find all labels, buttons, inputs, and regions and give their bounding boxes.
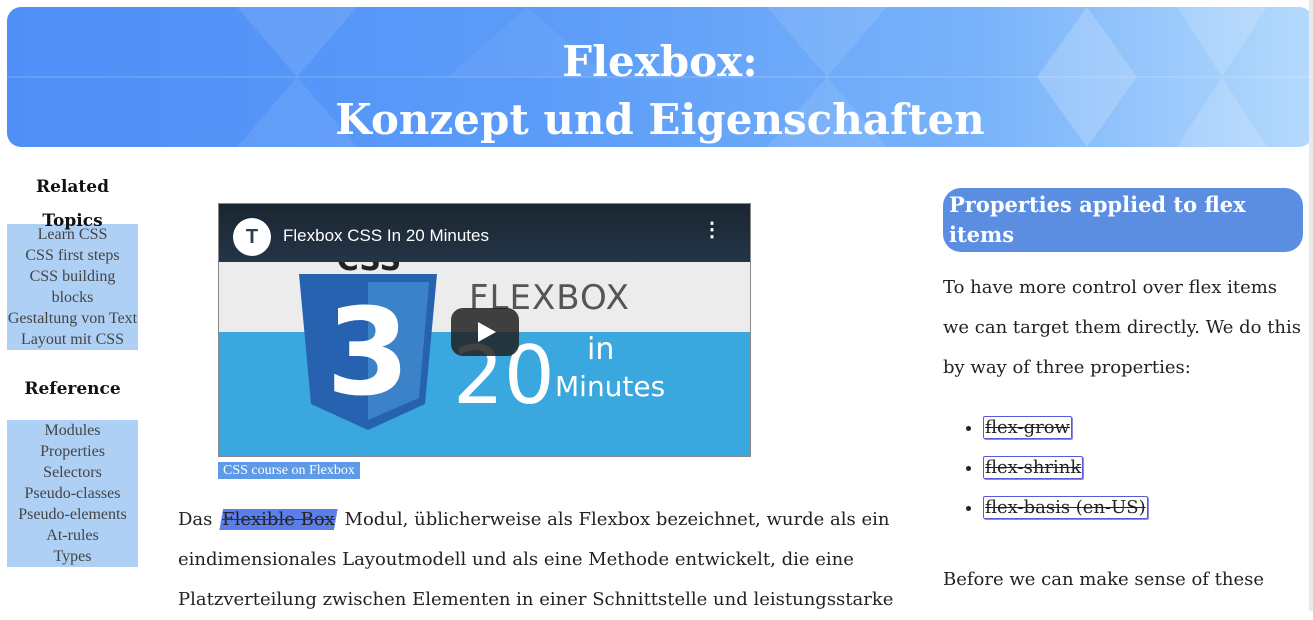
right-column: Properties applied to flex items To have… — [943, 188, 1303, 590]
page-title: Flexbox: Konzept und Eigenschaften — [7, 33, 1313, 147]
play-button[interactable] — [451, 308, 519, 356]
video-title-bar: T Flexbox CSS In 20 Minutes ⋮ — [219, 204, 750, 262]
intro-paragraph: Das Flexible Box Modul, üblicherweise al… — [178, 500, 898, 620]
video-title[interactable]: Flexbox CSS In 20 Minutes — [283, 226, 489, 246]
scrollbar-track[interactable] — [1309, 0, 1313, 611]
sidebar-link-pseudo-classes[interactable]: Pseudo-classes — [7, 483, 138, 504]
thumb-minutes: Minutes — [555, 370, 666, 403]
more-options-icon[interactable]: ⋮ — [702, 220, 722, 240]
flex-basis-link[interactable]: flex-basis (en-US) — [983, 496, 1148, 519]
list-item: flex-grow — [983, 408, 1303, 448]
sidebar-link-at-rules[interactable]: At-rules — [7, 525, 138, 546]
thumb-in: in — [587, 332, 615, 367]
flex-grow-link[interactable]: flex-grow — [983, 416, 1072, 439]
flex-items-paragraph-2: Before we can make sense of these — [943, 569, 1265, 590]
related-topics-list: Learn CSS CSS first steps CSS building b… — [7, 224, 138, 350]
reference-heading: Reference — [24, 379, 121, 399]
sidebar-link-selectors[interactable]: Selectors — [7, 462, 138, 483]
flex-items-heading: Properties applied to flex items — [943, 188, 1303, 252]
sidebar-link-css-first-steps[interactable]: CSS first steps — [7, 245, 138, 266]
sidebar-link-pseudo-elements[interactable]: Pseudo-elements — [7, 504, 138, 525]
left-sidebar: Related Topics Learn CSS CSS first steps… — [7, 170, 138, 567]
sidebar-link-layout-mit-css[interactable]: Layout mit CSS — [7, 329, 138, 350]
video-caption: CSS course on Flexbox — [218, 462, 360, 479]
video-player[interactable]: 3 CSS FLEXBOX 20 in Minutes T Flexbox CS… — [218, 203, 751, 457]
page-header: Flexbox: Konzept und Eigenschaften — [7, 7, 1313, 147]
reference-list: Modules Properties Selectors Pseudo-clas… — [7, 420, 138, 567]
sidebar-link-modules[interactable]: Modules — [7, 420, 138, 441]
intro-text-before: Das — [178, 509, 219, 530]
sidebar-link-css-building-blocks[interactable]: CSS building blocks — [7, 266, 138, 308]
page-title-line1: Flexbox: — [562, 37, 758, 86]
channel-icon[interactable]: T — [233, 218, 271, 256]
list-item: flex-basis (en-US) — [983, 488, 1303, 528]
flex-properties-list: flex-grow flex-shrink flex-basis (en-US) — [943, 408, 1303, 528]
sidebar-link-learn-css[interactable]: Learn CSS — [7, 224, 138, 245]
list-item: flex-shrink — [983, 448, 1303, 488]
sidebar-link-gestaltung-von-text[interactable]: Gestaltung von Text — [7, 308, 138, 329]
flex-items-paragraph: To have more control over flex items we … — [943, 277, 1302, 378]
svg-text:3: 3 — [326, 284, 410, 423]
sidebar-link-types[interactable]: Types — [7, 546, 138, 567]
page-title-line2: Konzept und Eigenschaften — [335, 95, 985, 144]
sidebar-link-properties[interactable]: Properties — [7, 441, 138, 462]
flexible-box-link[interactable]: Flexible Box — [218, 509, 339, 530]
flex-shrink-link[interactable]: flex-shrink — [983, 456, 1084, 479]
related-topics-heading: Related Topics — [36, 177, 109, 231]
